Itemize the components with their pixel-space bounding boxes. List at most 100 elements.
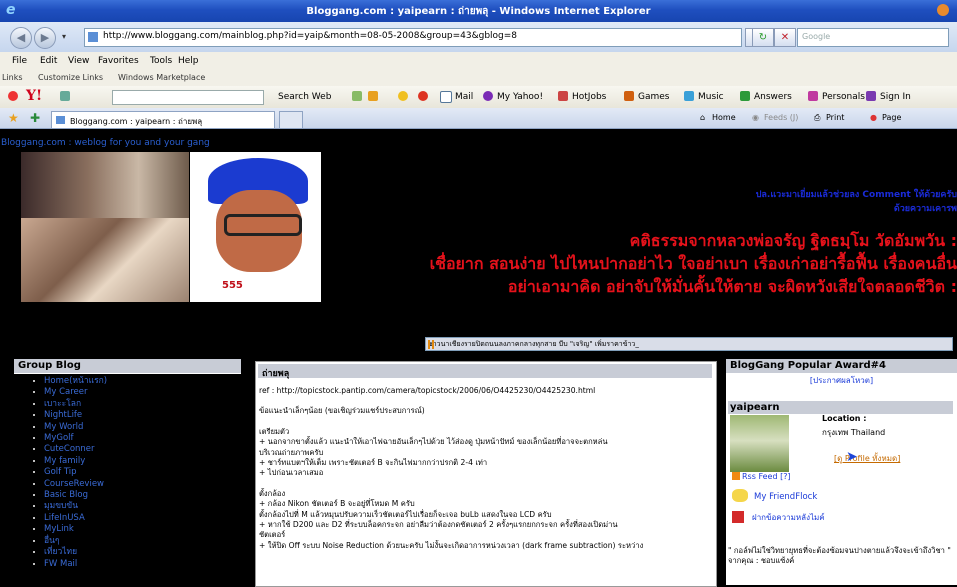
group-blog-item[interactable]: My family [44, 456, 241, 467]
header-line1: Golfer & Eat Out Zone.ออกรอบ ตามไปชิม [746, 171, 957, 182]
personals-link[interactable]: Personals [822, 92, 865, 102]
group-blog-item[interactable]: CourseReview [44, 479, 241, 490]
feeds-icon[interactable]: ◉ [752, 113, 759, 122]
group-blog-item[interactable]: MyGolf [44, 433, 241, 444]
page-menu-icon[interactable]: ● [870, 113, 877, 122]
my-yahoo-link[interactable]: My Yahoo! [497, 92, 543, 102]
site-title[interactable]: Bloggang.com : weblog for you and your g… [1, 138, 210, 148]
yahoo-toolbar: Y! Search Web Mail My Yahoo! HotJobs Gam… [0, 86, 957, 109]
music-link[interactable]: Music [698, 92, 724, 102]
tab-active[interactable]: Bloggang.com : yaipearn : ถ่ายพลุ [51, 111, 275, 128]
pencil-icon[interactable] [60, 91, 70, 101]
antispy-icon[interactable] [418, 91, 428, 101]
group-blog-item[interactable]: Basic Blog [44, 490, 241, 501]
stop-button[interactable]: ✕ [774, 28, 796, 47]
group-blog-item[interactable]: My Career [44, 387, 241, 398]
history-dropdown-icon[interactable]: ▾ [62, 32, 66, 41]
highlight-icon[interactable] [352, 91, 362, 101]
page-content: Bloggang.com : weblog for you and your g… [0, 129, 957, 587]
address-bar: ◀ ▶ ▾ http://www.bloggang.com/mainblog.p… [0, 22, 957, 52]
games-link[interactable]: Games [638, 92, 669, 102]
group-blog-item[interactable]: My World [44, 422, 241, 433]
group-blog-item[interactable]: Golf Tip [44, 467, 241, 478]
bars-icon [428, 340, 434, 349]
rss-feed-link[interactable]: Rss Feed [?] [732, 472, 791, 481]
group-blog-item[interactable]: เที่ยวไทย [44, 547, 241, 558]
private-message-link[interactable]: ฝากข้อความหลังไมค์ [732, 511, 825, 524]
group-blog-item[interactable]: LifeInUSA [44, 513, 241, 524]
news-marquee[interactable]: ชาวนาเชียงรายปิดถนนลงภาคกลางทุกสาย บีบ "… [425, 337, 953, 351]
yahoo-logo[interactable]: Y! [26, 88, 42, 104]
smiley-icon[interactable] [398, 91, 408, 101]
group-blog-sidebar: Group Blog Home(หน้าแรก) My Career เบาะะ… [14, 359, 241, 585]
group-blog-item[interactable]: CuteConner [44, 444, 241, 455]
favorites-star-icon[interactable]: ★ [8, 111, 19, 125]
group-blog-item[interactable]: FW Mail [44, 559, 241, 570]
print-icon[interactable]: ⎙ [814, 113, 820, 123]
new-tab-button[interactable] [279, 111, 303, 128]
page-icon [88, 32, 98, 42]
rss-icon [732, 472, 740, 480]
yahoo-search-input[interactable] [112, 90, 264, 105]
post-ref-link[interactable]: ref : http://topicstock.pantip.com/camer… [259, 386, 711, 396]
group-blog-item[interactable]: เบาะะโลก [44, 399, 241, 410]
post-line: + กล้อง Nikon ชัตเตอร์ B จะอยู่ที่โหมด M… [259, 499, 415, 509]
group-blog-item[interactable]: Home(หน้าแรก) [44, 376, 241, 387]
yahoo-menu-icon[interactable] [8, 91, 18, 101]
menu-file[interactable]: File [12, 56, 27, 66]
sign-in-link[interactable]: Sign In [880, 92, 911, 102]
window-title: Bloggang.com : yaipearn : ถ่ายพลุ - Wind… [306, 6, 651, 17]
answers-link[interactable]: Answers [754, 92, 792, 102]
post-line: + ไปก่อนเวลาเสมอ [259, 468, 324, 478]
home-icon[interactable]: ⌂ [700, 113, 705, 122]
username-header: yaipearn [728, 401, 953, 414]
message-label: ฝากข้อความหลังไมค์ [752, 513, 825, 522]
header-tagline: Golfer & Eat Out Zone.ออกรอบ ตามไปชิม ปล… [537, 169, 957, 229]
location-value: กรุงเทพ Thailand [822, 428, 886, 437]
group-blog-item[interactable]: อื่นๆ [44, 536, 241, 547]
yahoo-mail-link[interactable]: Mail [455, 92, 473, 102]
back-button[interactable]: ◀ [10, 27, 32, 49]
window-titlebar: e Bloggang.com : yaipearn : ถ่ายพลุ - Wi… [0, 0, 957, 22]
verse-line2: เชื่อยาก สอนง่าย ไปไหนปากอย่าไว ใจอย่าเบ… [429, 254, 957, 273]
award-vote-link[interactable]: [ประกาศผลโหวต] [726, 374, 957, 387]
link-windows-marketplace[interactable]: Windows Marketplace [118, 73, 205, 82]
header-line4: ++++++++++++++++++++++++ [731, 218, 957, 229]
post-line: + ให้ปิด Off ระบบ Noise Reduction ด้วยนะ… [259, 540, 644, 550]
home-button[interactable]: Home [712, 113, 736, 122]
menu-favorites[interactable]: Favorites [98, 56, 139, 66]
link-customize-links[interactable]: Customize Links [38, 73, 103, 82]
group-blog-item[interactable]: NightLife [44, 410, 241, 421]
hotjobs-link[interactable]: HotJobs [572, 92, 606, 102]
print-button[interactable]: Print [826, 113, 844, 122]
add-favorite-icon[interactable]: ✚ [30, 111, 40, 125]
search-input[interactable]: Google [797, 28, 949, 47]
bloggang-favicon [56, 116, 65, 124]
personals-icon [808, 91, 818, 101]
menu-view[interactable]: View [68, 56, 89, 66]
post-line: ชัตเตอร์ [259, 530, 286, 540]
page-menu-button[interactable]: Page [882, 113, 901, 122]
blog-post: ถ่ายพลุ ref : http://topicstock.pantip.c… [255, 361, 717, 587]
menu-edit[interactable]: Edit [40, 56, 57, 66]
menu-help[interactable]: Help [178, 56, 199, 66]
window-control-icon[interactable] [937, 4, 949, 16]
post-body: ref : http://topicstock.pantip.com/camer… [259, 386, 711, 551]
group-blog-item[interactable]: มุมขบขัน [44, 501, 241, 512]
url-input[interactable]: http://www.bloggang.com/mainblog.php?id=… [84, 28, 742, 47]
user-avatar[interactable] [730, 415, 789, 472]
header-line3: ด้วยความเคารพ [893, 204, 957, 214]
search-web-button[interactable]: Search Web [278, 92, 331, 102]
group-blog-title: Group Blog [14, 359, 241, 374]
group-blog-item[interactable]: MyLink [44, 524, 241, 535]
menu-tools[interactable]: Tools [150, 56, 172, 66]
friendflock-link[interactable]: My FriendFlock [732, 489, 817, 502]
forward-button[interactable]: ▶ [34, 27, 56, 49]
post-line: + ชาร์ทแบตฯให้เต็ม เพราะชัตเตอร์ B จะกิน… [259, 458, 488, 468]
verse-line1: คติธรรมจากหลวงพ่อจรัญ ฐิตธมฺโม วัดอัมพวั… [629, 231, 957, 250]
refresh-button[interactable]: ↻ [752, 28, 774, 47]
view-profile-link[interactable]: [ดู Profile ทั้งหมด] ➤ [834, 449, 900, 465]
feeds-button[interactable]: Feeds (J) [764, 113, 798, 122]
profile-sidebar: BlogGang Popular Award#4 [ประกาศผลโหวต] … [726, 359, 957, 585]
bookmark-icon[interactable] [368, 91, 378, 101]
